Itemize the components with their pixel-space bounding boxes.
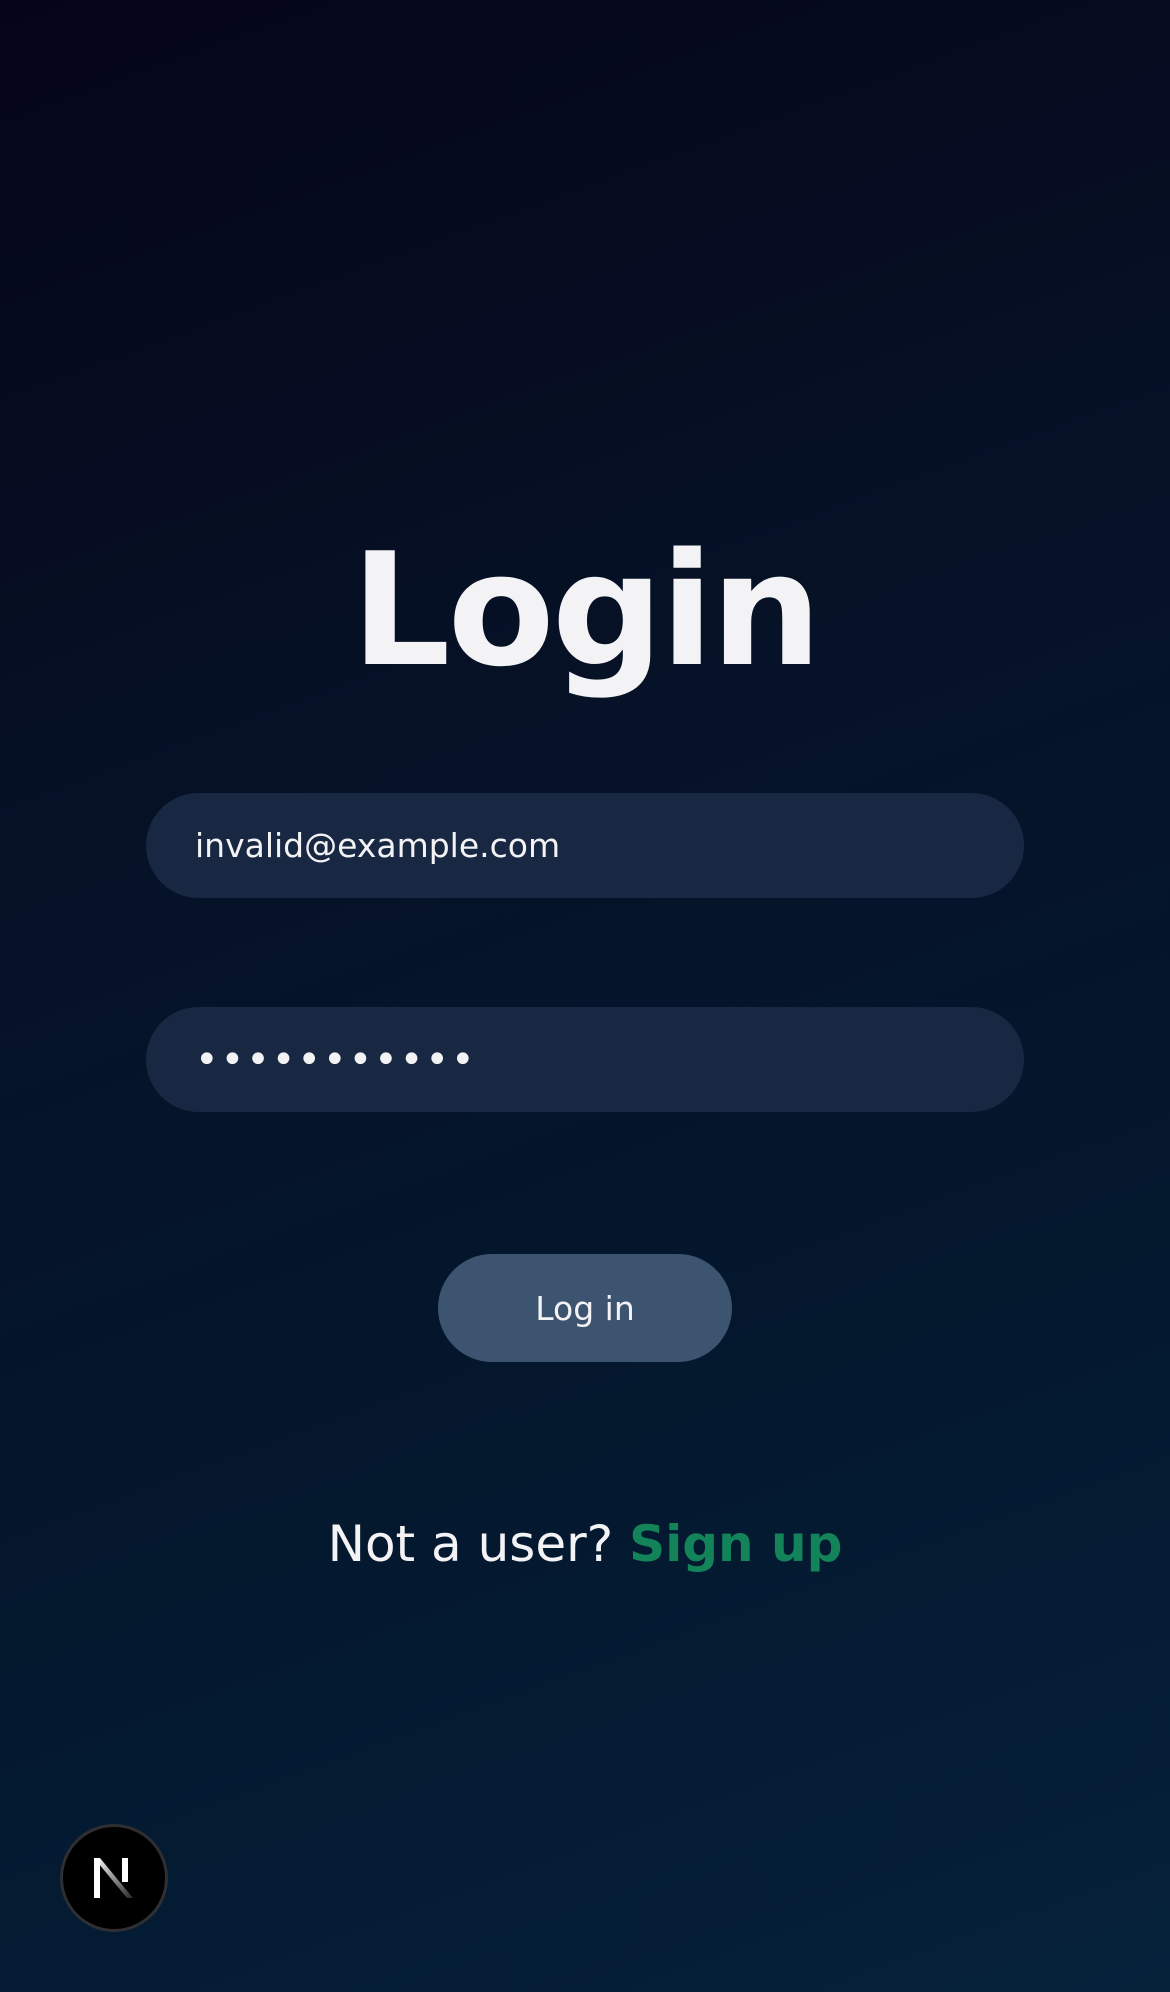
signup-link[interactable]: Sign up — [629, 1515, 842, 1573]
email-field[interactable] — [146, 793, 1024, 898]
nextjs-dev-badge[interactable] — [60, 1824, 168, 1932]
password-field[interactable] — [146, 1007, 1024, 1112]
login-button[interactable]: Log in — [438, 1254, 732, 1362]
password-input[interactable] — [195, 1036, 975, 1083]
signup-prompt-text: Not a user? — [327, 1515, 614, 1573]
signup-prompt-row: Not a user? Sign up — [0, 1512, 1170, 1576]
email-input[interactable] — [195, 826, 975, 865]
nextjs-logo-icon — [94, 1858, 133, 1898]
page-title: Login — [351, 519, 822, 701]
